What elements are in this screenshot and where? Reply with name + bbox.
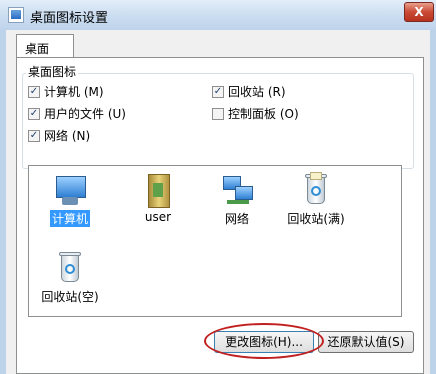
group-label: 桌面图标 (26, 63, 79, 80)
icon-label: 回收站(空) (41, 290, 99, 304)
icon-label: 网络 (224, 212, 249, 226)
icon-item-user[interactable]: user (123, 172, 193, 224)
checkbox-label: 用户的文件 (U) (44, 107, 126, 121)
checkbox-label: 回收站 (R) (228, 85, 286, 99)
checkbox-computer[interactable]: ✓ 计算机 (M) (28, 83, 104, 100)
checkbox-label: 计算机 (M) (44, 85, 104, 99)
tab-desktop[interactable]: 桌面 (16, 34, 74, 58)
dialog-body: 桌面 桌面图标 ✓ 计算机 (M) ✓ 回收站 (R) ✓ 用户的文件 (U) … (6, 30, 430, 374)
checkbox-network[interactable]: ✓ 网络 (N) (28, 127, 90, 144)
icon-item-recycle-bin-empty[interactable]: 回收站(空) (35, 250, 105, 305)
checkbox-box[interactable] (212, 107, 224, 120)
restore-default-button[interactable]: 还原默认值(S) (318, 331, 414, 353)
icon-item-computer[interactable]: 计算机 (35, 172, 105, 227)
icon-item-recycle-bin-full[interactable]: 回收站(满) (281, 172, 351, 227)
network-icon (219, 172, 255, 208)
title-bar: 桌面图标设置 X (0, 0, 436, 30)
icon-label: 计算机 (49, 210, 90, 227)
highlight-annotation (204, 323, 324, 359)
window-title: 桌面图标设置 (30, 11, 109, 26)
checkbox-label: 网络 (N) (44, 129, 91, 143)
computer-icon (52, 172, 88, 208)
icon-label: user (144, 210, 172, 224)
checkbox-box[interactable]: ✓ (28, 107, 40, 120)
checkbox-user-files[interactable]: ✓ 用户的文件 (U) (28, 105, 126, 122)
icon-item-network[interactable]: 网络 (202, 172, 272, 227)
recycle-bin-empty-icon (52, 250, 88, 286)
close-button[interactable]: X (404, 2, 434, 22)
checkbox-recycle-bin[interactable]: ✓ 回收站 (R) (212, 83, 286, 100)
checkbox-box[interactable]: ✓ (28, 129, 40, 142)
checkbox-control-panel[interactable]: 控制面板 (O) (212, 105, 299, 122)
checkbox-box[interactable]: ✓ (212, 85, 224, 98)
icon-list[interactable]: 计算机 user 网络 回收站(满) 回收站(空) (28, 165, 402, 317)
user-folder-icon (140, 172, 176, 208)
settings-window-icon (8, 7, 24, 23)
recycle-bin-full-icon (298, 172, 334, 208)
icon-label: 回收站(满) (287, 212, 345, 226)
checkbox-label: 控制面板 (O) (228, 107, 299, 121)
checkbox-box[interactable]: ✓ (28, 85, 40, 98)
